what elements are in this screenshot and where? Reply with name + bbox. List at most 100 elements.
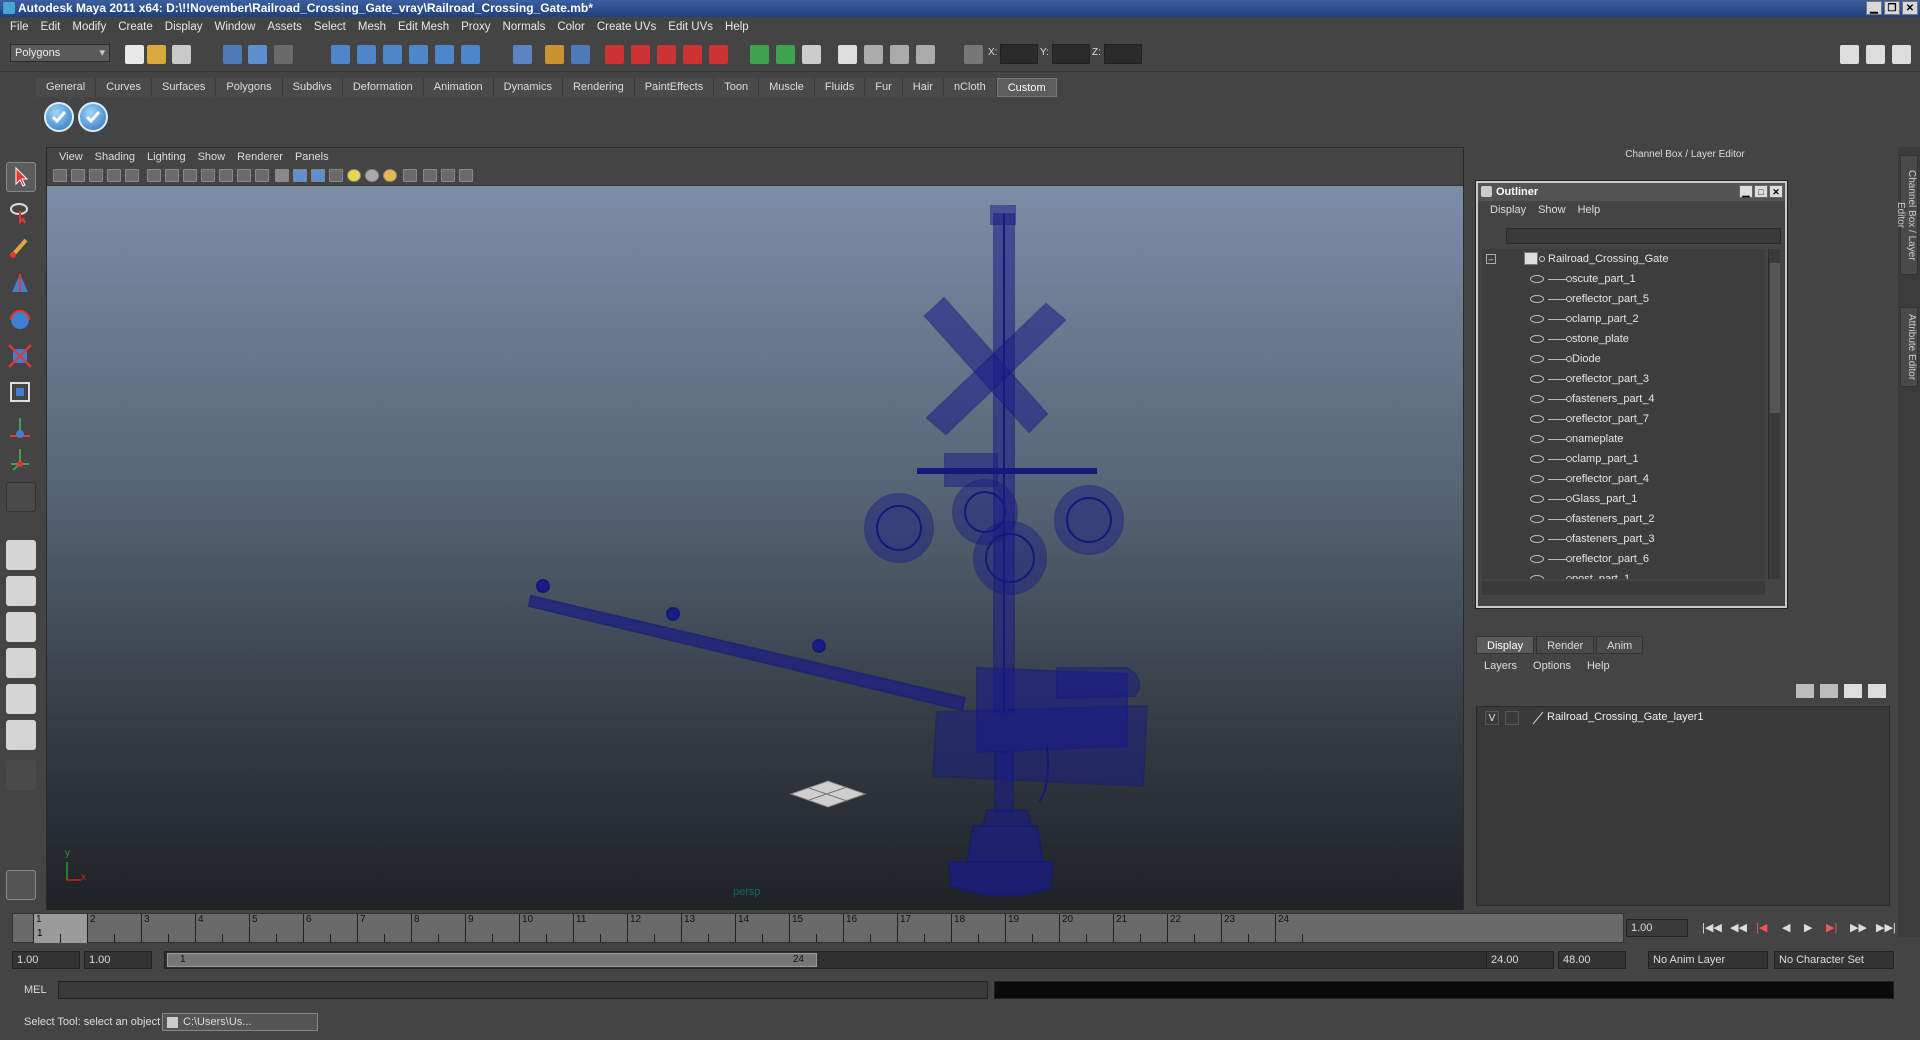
- gate-mask-icon[interactable]: [201, 169, 215, 182]
- shelf-tab-general[interactable]: General: [36, 78, 97, 97]
- new-scene-icon[interactable]: [125, 45, 144, 64]
- select-hierarchy-icon[interactable]: [223, 45, 242, 64]
- snap-grid-icon[interactable]: [331, 45, 350, 64]
- xray-icon[interactable]: [423, 169, 437, 182]
- quick-layout-icon[interactable]: [6, 870, 36, 900]
- soft-mod-tool-icon[interactable]: [6, 414, 36, 444]
- shelf-tab-fur[interactable]: Fur: [865, 78, 903, 97]
- ipr-render-icon[interactable]: [631, 45, 650, 64]
- safe-action-icon[interactable]: [237, 169, 251, 182]
- safe-title-icon[interactable]: [255, 169, 269, 182]
- z-coord-field[interactable]: [1104, 44, 1142, 64]
- grid-icon[interactable]: [147, 169, 161, 182]
- bookmarks-icon[interactable]: [89, 169, 103, 182]
- shelf-tab-painteffects[interactable]: PaintEffects: [634, 78, 715, 97]
- snap-curve-icon[interactable]: [357, 45, 376, 64]
- menu-edit-uvs[interactable]: Edit UVs: [662, 21, 719, 33]
- menu-create-uvs[interactable]: Create UVs: [591, 21, 662, 33]
- scale-tool-icon[interactable]: [6, 342, 36, 372]
- shelf-tab-surfaces[interactable]: Surfaces: [151, 78, 217, 97]
- layer-tab-render[interactable]: Render: [1536, 636, 1595, 654]
- toggle-tool-settings-icon[interactable]: [1866, 45, 1885, 64]
- hypergraph-icon[interactable]: [864, 45, 883, 64]
- select-camera-icon[interactable]: [53, 169, 67, 182]
- vp-menu-lighting[interactable]: Lighting: [141, 151, 192, 163]
- select-component-icon[interactable]: [274, 45, 293, 64]
- outliner-item[interactable]: post_part_1: [1482, 569, 1765, 579]
- outliner-close-button[interactable]: ✕: [1769, 185, 1783, 198]
- wireframe-icon[interactable]: [275, 169, 289, 182]
- high-quality-icon[interactable]: [383, 169, 397, 182]
- vp-menu-show[interactable]: Show: [192, 151, 232, 163]
- camera-attributes-icon[interactable]: [71, 169, 85, 182]
- mel-input[interactable]: [58, 981, 988, 999]
- xray-joints-icon[interactable]: [441, 169, 455, 182]
- layer-template-toggle[interactable]: [1505, 711, 1519, 725]
- outliner-item[interactable]: reflector_part_7: [1482, 409, 1765, 429]
- range-slider-handle[interactable]: 1 24: [167, 953, 817, 967]
- input-ops-icon[interactable]: [571, 45, 590, 64]
- step-back-key-button[interactable]: ◀◀: [1730, 921, 1747, 934]
- open-scene-icon[interactable]: [147, 45, 166, 64]
- shelf-tab-polygons[interactable]: Polygons: [216, 78, 283, 97]
- display-layers-icon[interactable]: [802, 45, 821, 64]
- show-hide-icon[interactable]: [750, 45, 769, 64]
- lasso-tool-icon[interactable]: [6, 198, 36, 228]
- vp-menu-shading[interactable]: Shading: [89, 151, 141, 163]
- share-icon[interactable]: [459, 169, 473, 182]
- playback-end-field[interactable]: 24.00: [1486, 951, 1554, 969]
- four-view-layout-icon[interactable]: [6, 576, 36, 606]
- layer-menu-layers[interactable]: Layers: [1476, 660, 1525, 672]
- render-current-icon[interactable]: [605, 45, 624, 64]
- outliner-item[interactable]: clamp_part_1: [1482, 449, 1765, 469]
- script-editor-icon[interactable]: [916, 45, 935, 64]
- use-all-lights-icon[interactable]: [347, 169, 361, 182]
- shelf-tab-ncloth[interactable]: nCloth: [943, 78, 997, 97]
- more-layouts-icon[interactable]: [6, 760, 36, 790]
- history-lock-icon[interactable]: [545, 45, 564, 64]
- move-layer-up-icon[interactable]: [1796, 684, 1814, 698]
- layer-tab-anim[interactable]: Anim: [1596, 636, 1644, 654]
- menu-set-dropdown[interactable]: Polygons: [10, 44, 110, 62]
- help-icon[interactable]: [513, 45, 532, 64]
- move-tool-icon[interactable]: [6, 270, 36, 300]
- shelf-tab-fluids[interactable]: Fluids: [814, 78, 866, 97]
- y-coord-field[interactable]: [1052, 44, 1090, 64]
- outliner-item[interactable]: fasteners_part_3: [1482, 529, 1765, 549]
- field-chart-icon[interactable]: [219, 169, 233, 182]
- outliner-maximize-button[interactable]: □: [1754, 185, 1768, 198]
- play-forwards-button[interactable]: ▶: [1804, 921, 1812, 934]
- menu-window[interactable]: Window: [208, 21, 261, 33]
- outliner-item[interactable]: fasteners_part_2: [1482, 509, 1765, 529]
- step-back-frame-button[interactable]: |◀: [1756, 921, 1767, 934]
- current-time-field[interactable]: 1.00: [1626, 919, 1688, 937]
- menu-edit[interactable]: Edit: [35, 21, 67, 33]
- manipulator-tool-icon[interactable]: [6, 378, 36, 408]
- anim-layer-dropdown[interactable]: No Anim Layer: [1648, 951, 1768, 969]
- outliner-horizontal-scrollbar[interactable]: [1482, 581, 1765, 595]
- shelf-tab-animation[interactable]: Animation: [423, 78, 494, 97]
- snap-point-icon[interactable]: [383, 45, 402, 64]
- outliner-vertical-scrollbar[interactable]: [1768, 249, 1780, 579]
- resolution-gate-icon[interactable]: [183, 169, 197, 182]
- step-forward-key-button[interactable]: ▶▶: [1850, 921, 1867, 934]
- go-to-start-button[interactable]: |◀◀: [1702, 921, 1722, 934]
- vp-menu-renderer[interactable]: Renderer: [231, 151, 289, 163]
- menu-edit-mesh[interactable]: Edit Mesh: [392, 21, 455, 33]
- layer-name[interactable]: Railroad_Crossing_Gate_layer1: [1547, 711, 1704, 723]
- isolate-icon[interactable]: [776, 45, 795, 64]
- animation-end-field[interactable]: 48.00: [1558, 951, 1626, 969]
- textured-icon[interactable]: [329, 169, 343, 182]
- layer-menu-options[interactable]: Options: [1525, 660, 1579, 672]
- persp-outliner-graph-layout-icon[interactable]: [6, 720, 36, 750]
- shelf-tab-rendering[interactable]: Rendering: [562, 78, 635, 97]
- select-object-icon[interactable]: [248, 45, 267, 64]
- shelf-tab-muscle[interactable]: Muscle: [759, 78, 815, 97]
- maximize-button[interactable]: ❐: [1884, 1, 1900, 15]
- outliner-item[interactable]: fasteners_part_4: [1482, 389, 1765, 409]
- layer-color-icon[interactable]: [1531, 711, 1545, 725]
- shelf-tab-custom[interactable]: Custom: [996, 78, 1057, 97]
- menu-proxy[interactable]: Proxy: [455, 21, 496, 33]
- layer-visibility-toggle[interactable]: V: [1485, 711, 1499, 725]
- check-shelf-button-2[interactable]: [78, 102, 108, 132]
